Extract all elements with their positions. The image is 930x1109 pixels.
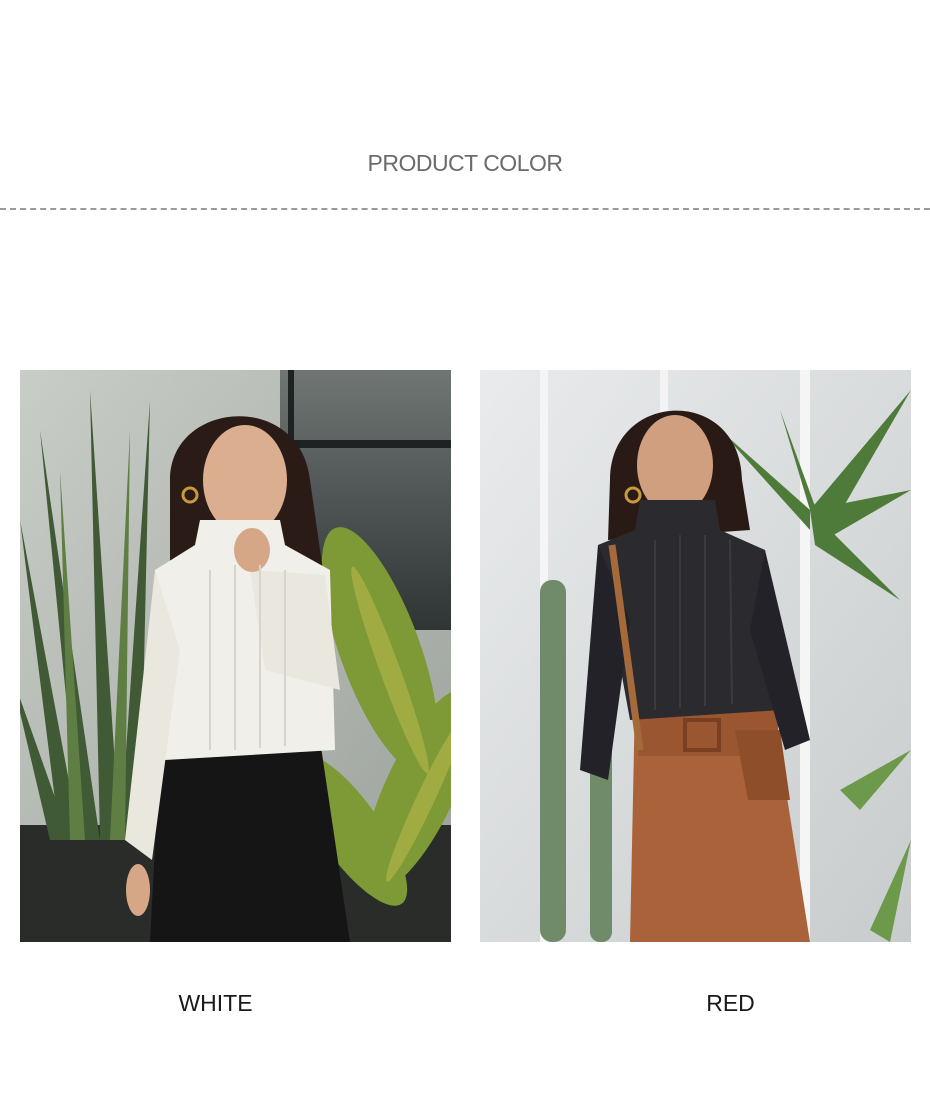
dark-turtleneck-photo-icon — [480, 370, 911, 942]
section-title: PRODUCT COLOR — [367, 150, 564, 176]
dashed-divider — [0, 208, 930, 210]
color-label-red: RED — [706, 990, 755, 1016]
color-label-white: WHITE — [178, 990, 253, 1016]
white-turtleneck-photo-icon — [20, 370, 451, 942]
product-photo-white[interactable] — [20, 370, 451, 942]
product-photo-red[interactable] — [480, 370, 911, 942]
